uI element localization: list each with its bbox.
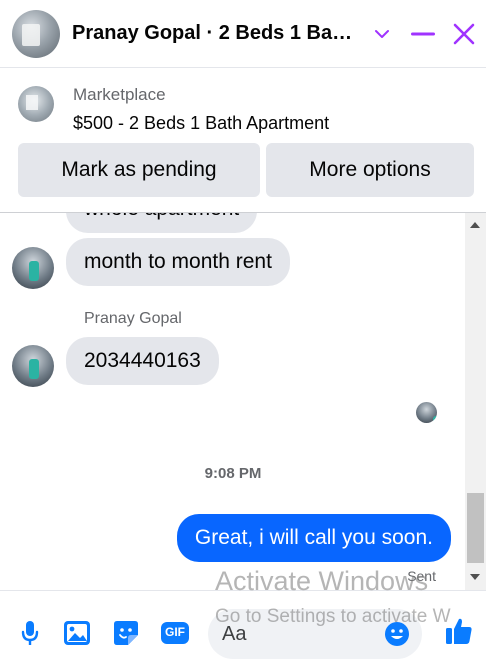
listing-title[interactable]: $500 - 2 Beds 1 Bath Apartment (73, 113, 329, 134)
chat-scrollbar[interactable] (465, 213, 486, 590)
sender-avatar[interactable] (12, 247, 54, 289)
emoji-icon[interactable] (384, 621, 410, 652)
message-bubble-partial: whole apartment (66, 213, 258, 233)
close-icon[interactable] (448, 18, 480, 50)
conversation-title[interactable]: Pranay Gopal · 2 Beds 1 Ba… (72, 22, 362, 45)
message-bubble: month to month rent (66, 238, 290, 286)
marketplace-panel: Marketplace $500 - 2 Beds 1 Bath Apartme… (0, 68, 486, 213)
gif-label: GIF (165, 625, 185, 639)
message-timestamp: 9:08 PM (204, 465, 262, 482)
message-text: whole apartment (84, 213, 239, 221)
sticker-icon[interactable] (112, 619, 140, 647)
image-icon[interactable] (63, 619, 91, 647)
gif-icon[interactable]: GIF (160, 619, 190, 647)
scroll-up-arrow-icon[interactable] (470, 222, 480, 228)
message-input-container[interactable] (208, 609, 422, 659)
scroll-down-arrow-icon[interactable] (470, 574, 480, 580)
sender-name: Pranay Gopal (84, 310, 182, 327)
mark-as-pending-button[interactable]: Mark as pending (18, 143, 260, 197)
marketplace-label: Marketplace (73, 85, 166, 104)
read-receipt-avatar (416, 402, 437, 423)
message-composer: GIF (0, 590, 486, 670)
sent-status: Sent (407, 568, 436, 584)
more-options-button[interactable]: More options (266, 143, 474, 197)
message-input[interactable] (222, 609, 382, 659)
message-text: 2034440163 (84, 349, 201, 372)
like-icon[interactable] (444, 615, 474, 647)
message-text: month to month rent (84, 250, 272, 273)
message-thread[interactable]: whole apartment month to month rent Pran… (0, 213, 486, 590)
chevron-down-icon[interactable] (366, 18, 398, 50)
scrollbar-thumb[interactable] (467, 493, 484, 563)
outgoing-message-bubble: Great, i will call you soon. (176, 514, 451, 562)
contact-avatar[interactable] (12, 10, 60, 58)
message-bubble: 2034440163 (66, 337, 219, 385)
minimize-icon[interactable] (407, 18, 439, 50)
listing-thumbnail[interactable] (18, 86, 54, 122)
microphone-icon[interactable] (16, 619, 44, 647)
chat-header: Pranay Gopal · 2 Beds 1 Ba… (0, 0, 486, 68)
message-text: Great, i will call you soon. (194, 526, 433, 549)
sender-avatar[interactable] (12, 345, 54, 387)
